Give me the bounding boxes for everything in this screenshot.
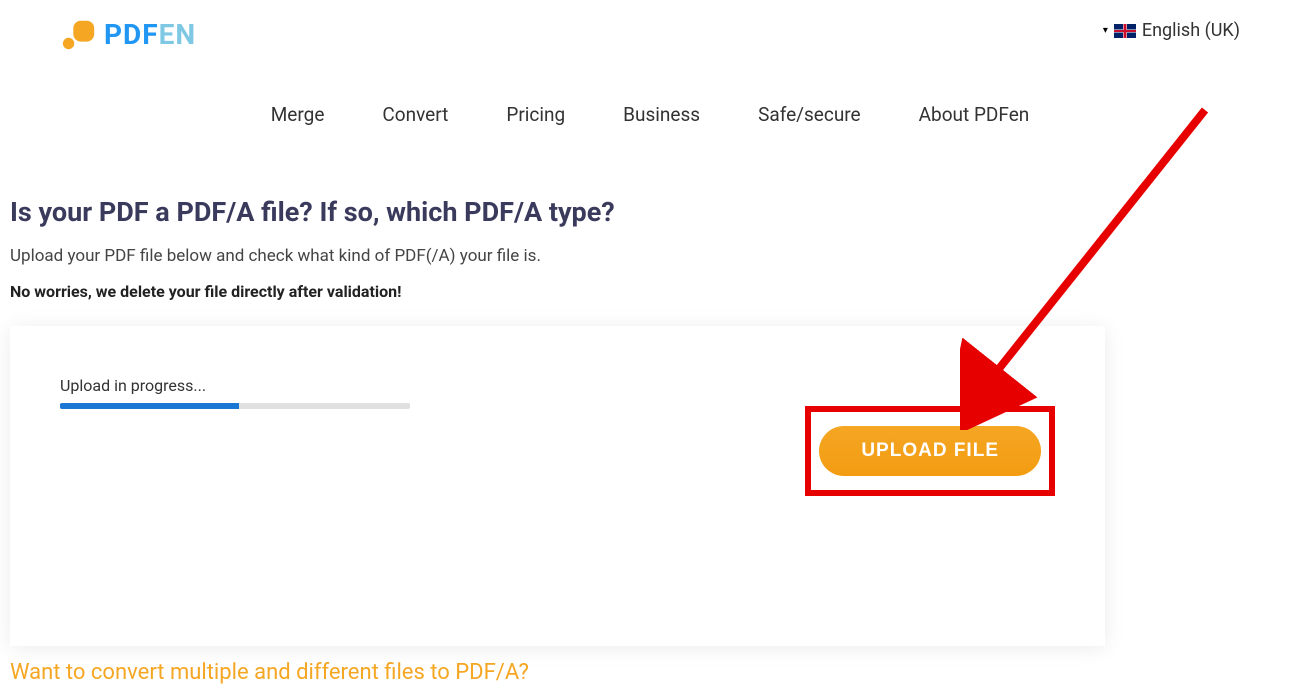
page-notice: No worries, we delete your file directly…	[10, 282, 1290, 301]
page-heading: Is your PDF a PDF/A file? If so, which P…	[10, 196, 1290, 228]
logo-text: PDFEN	[104, 18, 196, 51]
nav-convert[interactable]: Convert	[382, 103, 448, 126]
logo-text-pdf: PDF	[104, 18, 159, 51]
main-nav: Merge Convert Pricing Business Safe/secu…	[0, 53, 1300, 126]
upload-file-button[interactable]: UPLOAD FILE	[819, 426, 1041, 476]
nav-pricing[interactable]: Pricing	[506, 103, 565, 126]
uk-flag-icon	[1114, 24, 1136, 38]
nav-business[interactable]: Business	[623, 103, 700, 126]
logo-text-en: EN	[159, 18, 197, 51]
nav-safe-secure[interactable]: Safe/secure	[758, 103, 861, 126]
page-subtext: Upload your PDF file below and check wha…	[10, 246, 1290, 266]
logo-icon	[60, 15, 98, 53]
annotation-highlight-box: UPLOAD FILE	[805, 406, 1055, 496]
logo[interactable]: PDFEN	[60, 15, 196, 53]
progress-fill	[60, 403, 239, 409]
language-label: English (UK)	[1142, 20, 1240, 41]
progress-bar	[60, 403, 410, 409]
dropdown-arrow-icon: ▾	[1103, 25, 1108, 36]
nav-merge[interactable]: Merge	[271, 103, 325, 126]
language-selector[interactable]: ▾ English (UK)	[1103, 15, 1240, 41]
upload-status-text: Upload in progress...	[60, 376, 1055, 395]
nav-about[interactable]: About PDFen	[919, 103, 1030, 126]
upload-panel: Upload in progress... UPLOAD FILE	[10, 326, 1105, 646]
convert-multiple-link[interactable]: Want to convert multiple and different f…	[10, 660, 1290, 685]
